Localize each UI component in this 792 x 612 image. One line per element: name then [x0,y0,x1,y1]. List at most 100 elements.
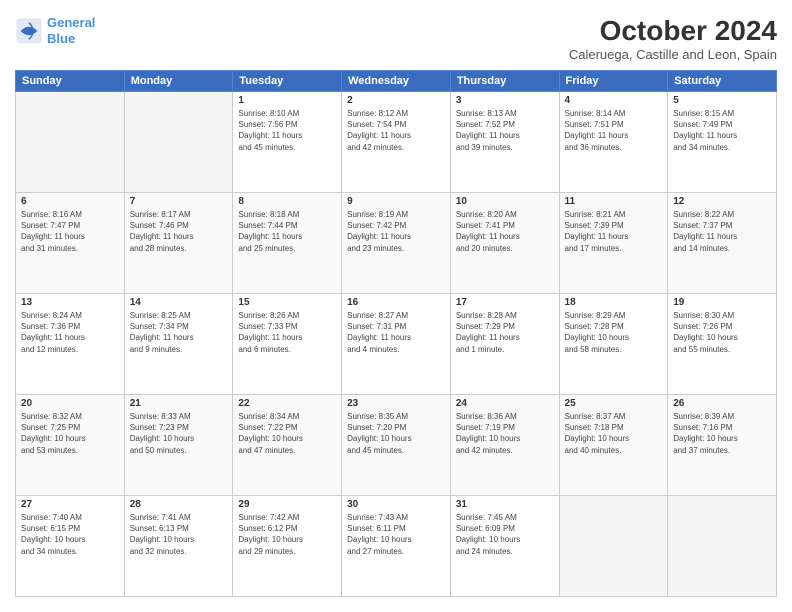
day-number: 28 [130,499,228,510]
day-number: 8 [238,196,336,207]
day-number: 27 [21,499,119,510]
day-info: Sunrise: 8:34 AM Sunset: 7:22 PM Dayligh… [238,411,336,456]
day-info: Sunrise: 8:19 AM Sunset: 7:42 PM Dayligh… [347,209,445,254]
calendar-week-1: 1 Sunrise: 8:10 AM Sunset: 7:56 PM Daylig… [16,92,777,193]
day-number: 14 [130,297,228,308]
day-info: Sunrise: 8:32 AM Sunset: 7:25 PM Dayligh… [21,411,119,456]
calendar-cell: 23Sunrise: 8:35 AM Sunset: 7:20 PM Dayli… [342,395,451,496]
day-info: Sunrise: 8:37 AM Sunset: 7:18 PM Dayligh… [565,411,663,456]
calendar-week-2: 6 Sunrise: 8:16 AM Sunset: 7:47 PM Daylig… [16,193,777,294]
calendar-cell: 25 Sunrise: 8:37 AM Sunset: 7:18 PM Dayli… [559,395,668,496]
day-info: Sunrise: 8:25 AM Sunset: 7:34 PM Dayligh… [130,310,228,355]
calendar-cell: 9 Sunrise: 8:19 AM Sunset: 7:42 PM Daylig… [342,193,451,294]
page: General Blue October 2024 Caleruega, Cas… [0,0,792,612]
calendar-cell: 16Sunrise: 8:27 AM Sunset: 7:31 PM Dayli… [342,294,451,395]
day-info: Sunrise: 7:42 AM Sunset: 6:12 PM Dayligh… [238,512,336,557]
day-number: 24 [456,398,554,409]
calendar-cell: 2Sunrise: 8:12 AM Sunset: 7:54 PM Daylig… [342,92,451,193]
calendar-cell: 13Sunrise: 8:24 AM Sunset: 7:36 PM Dayli… [16,294,125,395]
calendar-table: SundayMondayTuesdayWednesdayThursdayFrid… [15,70,777,597]
day-number: 26 [673,398,771,409]
day-number: 23 [347,398,445,409]
day-number: 30 [347,499,445,510]
calendar-cell: 18 Sunrise: 8:29 AM Sunset: 7:28 PM Dayli… [559,294,668,395]
subtitle: Caleruega, Castille and Leon, Spain [569,47,777,62]
day-info: Sunrise: 7:43 AM Sunset: 6:11 PM Dayligh… [347,512,445,557]
day-info: Sunrise: 8:18 AM Sunset: 7:44 PM Dayligh… [238,209,336,254]
calendar-cell [668,496,777,597]
day-info: Sunrise: 8:12 AM Sunset: 7:54 PM Dayligh… [347,108,445,153]
day-info: Sunrise: 8:39 AM Sunset: 7:16 PM Dayligh… [673,411,771,456]
day-info: Sunrise: 7:40 AM Sunset: 6:15 PM Dayligh… [21,512,119,557]
day-number: 20 [21,398,119,409]
day-info: Sunrise: 8:30 AM Sunset: 7:26 PM Dayligh… [673,310,771,355]
logo-line1: General [47,15,95,30]
day-number: 18 [565,297,663,308]
calendar-cell [559,496,668,597]
logo-line2: Blue [47,31,75,46]
day-info: Sunrise: 8:10 AM Sunset: 7:56 PM Dayligh… [238,108,336,153]
calendar-cell: 10Sunrise: 8:20 AM Sunset: 7:41 PM Dayli… [450,193,559,294]
main-title: October 2024 [569,15,777,47]
day-number: 25 [565,398,663,409]
day-info: Sunrise: 8:28 AM Sunset: 7:29 PM Dayligh… [456,310,554,355]
calendar-cell: 26 Sunrise: 8:39 AM Sunset: 7:16 PM Dayli… [668,395,777,496]
calendar-cell: 5Sunrise: 8:15 AM Sunset: 7:49 PM Daylig… [668,92,777,193]
calendar-cell: 11 Sunrise: 8:21 AM Sunset: 7:39 PM Dayli… [559,193,668,294]
calendar-cell: 8 Sunrise: 8:18 AM Sunset: 7:44 PM Daylig… [233,193,342,294]
logo: General Blue [15,15,95,46]
calendar-cell: 4 Sunrise: 8:14 AM Sunset: 7:51 PM Daylig… [559,92,668,193]
day-info: Sunrise: 8:22 AM Sunset: 7:37 PM Dayligh… [673,209,771,254]
day-number: 11 [565,196,663,207]
day-info: Sunrise: 8:21 AM Sunset: 7:39 PM Dayligh… [565,209,663,254]
calendar-week-5: 27 Sunrise: 7:40 AM Sunset: 6:15 PM Dayli… [16,496,777,597]
day-number: 4 [565,95,663,106]
day-number: 1 [238,95,336,106]
day-info: Sunrise: 8:16 AM Sunset: 7:47 PM Dayligh… [21,209,119,254]
calendar-cell [124,92,233,193]
day-header-friday: Friday [559,71,668,92]
day-header-monday: Monday [124,71,233,92]
title-block: October 2024 Caleruega, Castille and Leo… [569,15,777,62]
day-number: 3 [456,95,554,106]
day-number: 7 [130,196,228,207]
day-info: Sunrise: 8:14 AM Sunset: 7:51 PM Dayligh… [565,108,663,153]
calendar-cell: 14 Sunrise: 8:25 AM Sunset: 7:34 PM Dayli… [124,294,233,395]
calendar-cell: 15Sunrise: 8:26 AM Sunset: 7:33 PM Dayli… [233,294,342,395]
header: General Blue October 2024 Caleruega, Cas… [15,15,777,62]
calendar-week-3: 13Sunrise: 8:24 AM Sunset: 7:36 PM Dayli… [16,294,777,395]
calendar-cell: 28 Sunrise: 7:41 AM Sunset: 6:13 PM Dayli… [124,496,233,597]
calendar-cell: 12Sunrise: 8:22 AM Sunset: 7:37 PM Dayli… [668,193,777,294]
day-info: Sunrise: 8:24 AM Sunset: 7:36 PM Dayligh… [21,310,119,355]
logo-text: General Blue [47,15,95,46]
day-number: 6 [21,196,119,207]
day-info: Sunrise: 8:29 AM Sunset: 7:28 PM Dayligh… [565,310,663,355]
day-info: Sunrise: 7:41 AM Sunset: 6:13 PM Dayligh… [130,512,228,557]
calendar-cell: 22 Sunrise: 8:34 AM Sunset: 7:22 PM Dayli… [233,395,342,496]
day-number: 10 [456,196,554,207]
calendar-cell: 27 Sunrise: 7:40 AM Sunset: 6:15 PM Dayli… [16,496,125,597]
day-number: 19 [673,297,771,308]
day-info: Sunrise: 8:36 AM Sunset: 7:19 PM Dayligh… [456,411,554,456]
calendar-cell: 6 Sunrise: 8:16 AM Sunset: 7:47 PM Daylig… [16,193,125,294]
day-info: Sunrise: 8:17 AM Sunset: 7:46 PM Dayligh… [130,209,228,254]
calendar-cell: 17Sunrise: 8:28 AM Sunset: 7:29 PM Dayli… [450,294,559,395]
calendar-cell: 7 Sunrise: 8:17 AM Sunset: 7:46 PM Daylig… [124,193,233,294]
logo-icon [15,17,43,45]
day-info: Sunrise: 8:13 AM Sunset: 7:52 PM Dayligh… [456,108,554,153]
calendar-cell: 19 Sunrise: 8:30 AM Sunset: 7:26 PM Dayli… [668,294,777,395]
day-number: 22 [238,398,336,409]
calendar-header-row: SundayMondayTuesdayWednesdayThursdayFrid… [16,71,777,92]
day-number: 29 [238,499,336,510]
calendar-cell: 21 Sunrise: 8:33 AM Sunset: 7:23 PM Dayli… [124,395,233,496]
calendar-cell [16,92,125,193]
day-info: Sunrise: 8:33 AM Sunset: 7:23 PM Dayligh… [130,411,228,456]
day-number: 9 [347,196,445,207]
day-number: 15 [238,297,336,308]
day-number: 5 [673,95,771,106]
day-number: 21 [130,398,228,409]
calendar-week-4: 20 Sunrise: 8:32 AM Sunset: 7:25 PM Dayli… [16,395,777,496]
day-header-wednesday: Wednesday [342,71,451,92]
day-header-saturday: Saturday [668,71,777,92]
day-info: Sunrise: 8:27 AM Sunset: 7:31 PM Dayligh… [347,310,445,355]
